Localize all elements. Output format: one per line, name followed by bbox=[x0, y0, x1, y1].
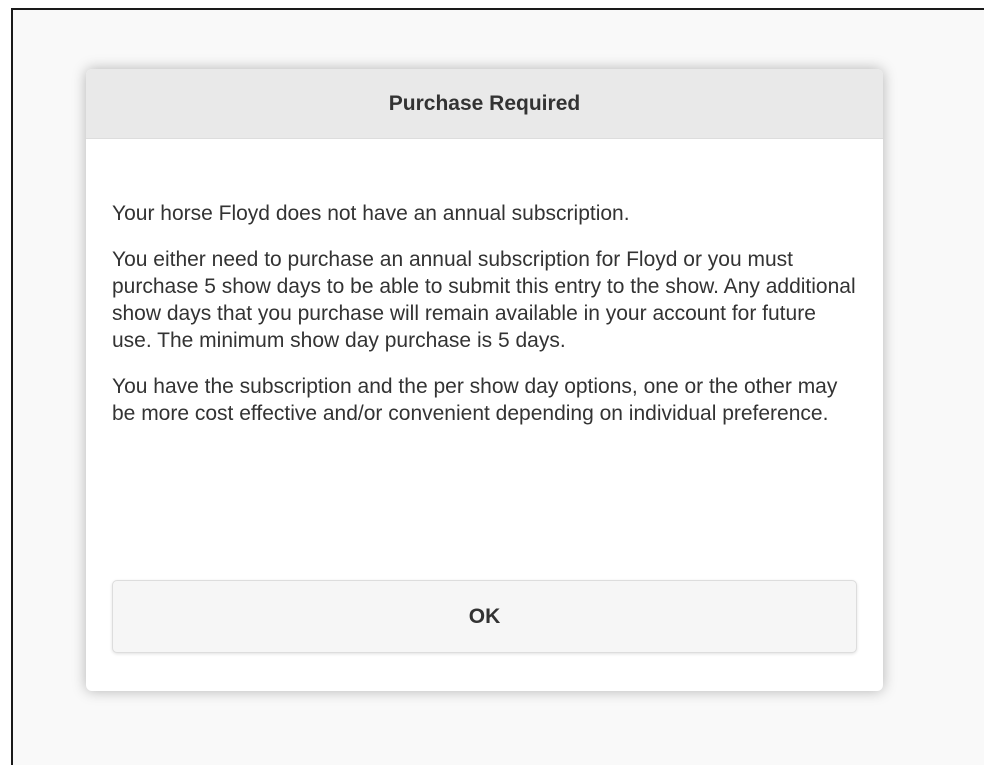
message-purchase-options: You either need to purchase an annual su… bbox=[112, 248, 856, 352]
dialog-header: Purchase Required bbox=[86, 69, 883, 139]
dialog-title: Purchase Required bbox=[388, 91, 581, 115]
purchase-required-dialog: Purchase Required Your horse Floyd does … bbox=[86, 69, 883, 691]
dialog-body: Your horse Floyd does not have an annual… bbox=[86, 200, 883, 427]
message-preference-note: You have the subscription and the per sh… bbox=[112, 375, 838, 425]
message-no-subscription: Your horse Floyd does not have an annual… bbox=[112, 202, 630, 225]
ok-button[interactable]: OK bbox=[112, 580, 857, 653]
